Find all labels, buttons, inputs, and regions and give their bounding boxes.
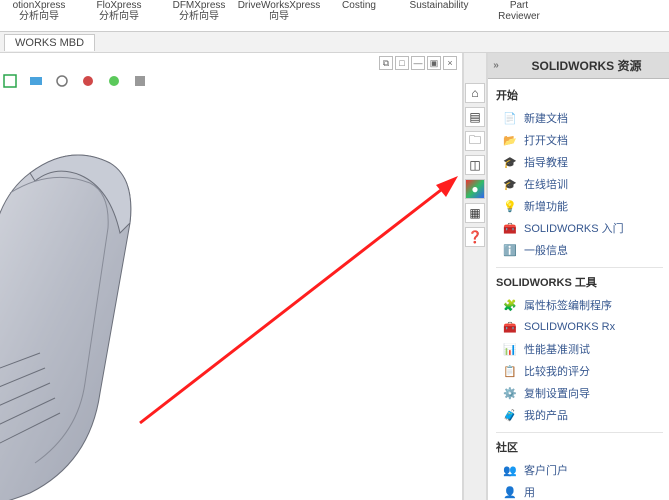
properties-icon[interactable]: ▦ [465, 203, 485, 223]
benchmark-icon: 📊 [502, 341, 518, 357]
home-icon[interactable]: ⌂ [465, 83, 485, 103]
tutorials-icon: 🎓 [502, 154, 518, 170]
taskpane-section-header: 社区 [496, 432, 663, 459]
ribbon-tool-driveworks[interactable]: DriveWorksXpress向导 [246, 0, 312, 22]
new-doc-icon: 📄 [502, 110, 518, 126]
document-tabstrip: WORKS MBD [0, 32, 669, 53]
prop-tab-icon: 🧩 [502, 297, 518, 313]
taskpane-item-label: 指导教程 [524, 154, 568, 170]
close-icon[interactable]: × [443, 56, 457, 70]
taskpane-item-benchmark[interactable]: 📊 性能基准测试 [496, 338, 663, 360]
taskpane-item-online-train[interactable]: 🎓 在线培训 [496, 173, 663, 195]
ribbon-tool-costing[interactable]: Costing [326, 0, 392, 11]
ribbon-tool-floxpress[interactable]: FloXpress分析向导 [86, 0, 152, 22]
taskpane-body: 开始 📄 新建文档 📂 打开文档 🎓 指导教程 🎓 在线培训 💡 新增功能 🧰 SOLIDWORKS 入… [488, 79, 669, 500]
hide-icon[interactable] [54, 73, 70, 89]
ribbon: otionXpress分析向导 FloXpress分析向导 DFMXpress分… [0, 0, 669, 32]
taskpane-tabbar: ⌂ ▤ 🗀 ◫ ● ▦ ❓ [463, 53, 487, 500]
taskpane-section-header: 开始 [496, 85, 663, 107]
ribbon-tool-motionxpress[interactable]: otionXpress分析向导 [6, 0, 72, 22]
taskpane-item-label: 新增功能 [524, 198, 568, 214]
maximize-icon[interactable]: □ [395, 56, 409, 70]
taskpane-item-label: 打开文档 [524, 132, 568, 148]
online-train-icon: 🎓 [502, 176, 518, 192]
tree-icon[interactable] [2, 73, 18, 89]
intro-icon: 🧰 [502, 220, 518, 236]
feature-tree-toolbar [2, 73, 148, 89]
taskpane-item-general-info[interactable]: ℹ️ 一般信息 [496, 239, 663, 261]
model-preview [0, 133, 220, 500]
my-products-icon: 🧳 [502, 407, 518, 423]
taskpane-item-compare[interactable]: 📋 比较我的评分 [496, 360, 663, 382]
graphics-viewport[interactable]: ⧉ □ — ▣ × [0, 53, 463, 500]
help-tab-icon[interactable]: ❓ [465, 227, 485, 247]
ribbon-tool-part-reviewer[interactable]: PartReviewer [486, 0, 552, 22]
open-doc-icon: 📂 [502, 132, 518, 148]
taskpane-title: SOLIDWORKS 资源 [504, 57, 669, 74]
taskpane-item-open-doc[interactable]: 📂 打开文档 [496, 129, 663, 151]
view-icon[interactable]: ◫ [465, 155, 485, 175]
taskpane-item-label: 客户门户 [524, 462, 568, 478]
taskpane-section-header: SOLIDWORKS 工具 [496, 267, 663, 294]
viewport-window-controls: ⧉ □ — ▣ × [374, 53, 462, 73]
user-group-icon: 👤 [502, 484, 518, 500]
document-tab[interactable]: WORKS MBD [4, 34, 95, 51]
taskpane-item-label: 在线培训 [524, 176, 568, 192]
taskpane-item-my-products[interactable]: 🧳 我的产品 [496, 404, 663, 426]
appearance2-icon[interactable] [106, 73, 122, 89]
copy-settings-icon: ⚙️ [502, 385, 518, 401]
taskpane-item-customer-portal[interactable]: 👥 客户门户 [496, 459, 663, 481]
folder-icon[interactable]: 🗀 [465, 131, 485, 151]
taskpane-item-whats-new[interactable]: 💡 新增功能 [496, 195, 663, 217]
taskpane-item-label: 用 [524, 484, 535, 500]
library-icon[interactable]: ▤ [465, 107, 485, 127]
taskpane-item-label: 新建文档 [524, 110, 568, 126]
chevron-right-icon[interactable]: » [488, 60, 504, 71]
appearance-icon[interactable] [80, 73, 96, 89]
customer-portal-icon: 👥 [502, 462, 518, 478]
general-info-icon: ℹ️ [502, 242, 518, 258]
minimize-icon[interactable]: — [411, 56, 425, 70]
taskpane-item-label: 比较我的评分 [524, 363, 590, 379]
taskpane-item-copy-settings[interactable]: ⚙️ 复制设置向导 [496, 382, 663, 404]
taskpane-item-label: 复制设置向导 [524, 385, 590, 401]
appearance-tab-icon[interactable]: ● [465, 179, 485, 199]
taskpane-item-label: SOLIDWORKS 入门 [524, 220, 624, 236]
taskpane-item-intro[interactable]: 🧰 SOLIDWORKS 入门 [496, 217, 663, 239]
taskpane-item-label: 性能基准测试 [524, 341, 590, 357]
taskpane-header: » SOLIDWORKS 资源 [488, 53, 669, 79]
taskpane-item-new-doc[interactable]: 📄 新建文档 [496, 107, 663, 129]
taskpane-item-rx[interactable]: 🧰 SOLIDWORKS Rx [496, 316, 663, 338]
taskpane-item-user-group[interactable]: 👤用 [496, 481, 663, 500]
taskpane-item-label: SOLIDWORKS Rx [524, 321, 615, 333]
display-icon[interactable] [28, 73, 44, 89]
taskpane-item-label: 一般信息 [524, 242, 568, 258]
rx-icon: 🧰 [502, 319, 518, 335]
ribbon-tool-dfmxpress[interactable]: DFMXpress分析向导 [166, 0, 232, 22]
taskpane-item-tutorials[interactable]: 🎓 指导教程 [496, 151, 663, 173]
whats-new-icon: 💡 [502, 198, 518, 214]
taskpane-item-label: 属性标签编制程序 [524, 297, 612, 313]
compare-icon: 📋 [502, 363, 518, 379]
display-pane-icon[interactable] [132, 73, 148, 89]
restore-icon[interactable]: ▣ [427, 56, 441, 70]
ribbon-tool-sustainability[interactable]: Sustainability [406, 0, 472, 11]
taskpane-item-prop-tab[interactable]: 🧩 属性标签编制程序 [496, 294, 663, 316]
taskpane-item-label: 我的产品 [524, 407, 568, 423]
pin-icon[interactable]: ⧉ [379, 56, 393, 70]
taskpane: » SOLIDWORKS 资源 开始 📄 新建文档 📂 打开文档 🎓 指导教程 🎓 在线培训 💡 新… [487, 53, 669, 500]
